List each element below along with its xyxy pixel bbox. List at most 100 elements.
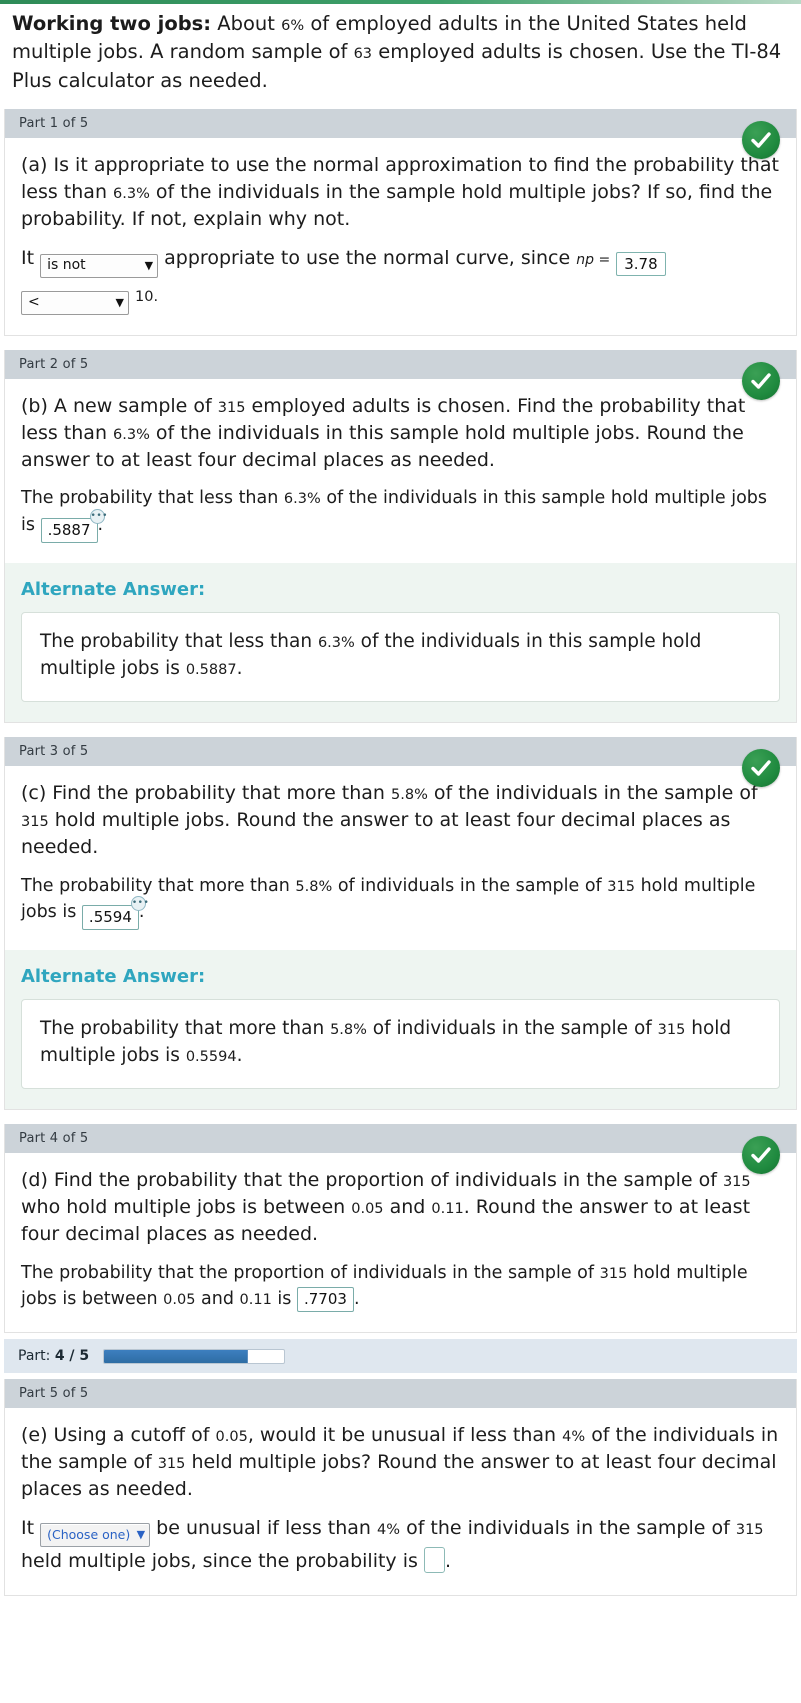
part-3-alt-mid: of individuals in the sample of bbox=[372, 1018, 652, 1040]
part-card-4: Part 4 of 5 (d) Find the probability tha… bbox=[4, 1123, 797, 1334]
part-header-4: Part 4 of 5 bbox=[5, 1123, 796, 1153]
part-4-question-lo: 0.05 bbox=[351, 1200, 384, 1217]
part-2-answer-input[interactable]: .5887 bbox=[40, 517, 98, 543]
part-3-question-suffix: hold multiple jobs. Round the answer to … bbox=[21, 808, 731, 858]
alternate-answer-title: Alternate Answer: bbox=[21, 966, 206, 988]
alternate-answer-box: The probability that less than 6.3% of t… bbox=[21, 611, 780, 702]
part-2-answer-pct: 6.3% bbox=[283, 491, 321, 508]
part-4-answer-input[interactable]: .7703 bbox=[296, 1286, 354, 1312]
check-icon bbox=[742, 748, 780, 787]
part-header-2: Part 2 of 5 bbox=[5, 349, 796, 379]
part-4-answer-and: and bbox=[201, 1288, 234, 1309]
part-3-question-prefix: (c) Find the probability that more than bbox=[21, 781, 385, 804]
part-4-question-prefix: (d) Find the probability that the propor… bbox=[21, 1168, 717, 1191]
part-2-question-prefix: (b) A new sample of bbox=[21, 394, 212, 417]
chevron-down-icon: ▼ bbox=[115, 295, 124, 309]
part-3-answer-mid: of individuals in the sample of bbox=[337, 875, 602, 896]
part-5-question-prefix: (e) Using a cutoff of bbox=[21, 1424, 210, 1447]
part-5-answer-tail: . bbox=[444, 1549, 451, 1572]
alternate-answer-title: Alternate Answer: bbox=[21, 578, 206, 600]
part-3-answer-n: 315 bbox=[607, 878, 635, 895]
progress-bar bbox=[103, 1348, 286, 1364]
part-4-answer-tail: . bbox=[353, 1288, 360, 1309]
part-5-answer-mid2: of the individuals in the sample of bbox=[406, 1516, 730, 1539]
part-2-question-value: 6.3% bbox=[113, 426, 150, 443]
problem-sample-size: 63 bbox=[353, 46, 373, 63]
progress-strip: Part: 4 / 5 bbox=[4, 1339, 797, 1374]
part-4-question-mid: who hold multiple jobs is between bbox=[21, 1195, 346, 1218]
part-5-answer-pct: 4% bbox=[377, 1521, 401, 1538]
part-3-alt-n: 315 bbox=[657, 1022, 686, 1039]
problem-statement: Working two jobs: About 6% of employed a… bbox=[0, 4, 801, 109]
part-3-question-mid: of the individuals in the sample of bbox=[433, 781, 758, 804]
problem-text-1: About bbox=[217, 12, 275, 35]
part-3-alt-tail: . bbox=[236, 1044, 243, 1066]
part-4-answer-n: 315 bbox=[599, 1265, 628, 1282]
part-header-3: Part 3 of 5 bbox=[5, 736, 796, 766]
progress-bar-fill bbox=[104, 1349, 249, 1363]
part-card-2: Part 2 of 5 (b) A new sample of 315 empl… bbox=[4, 349, 797, 723]
part-body-1: (a) Is it appropriate to use the normal … bbox=[5, 137, 796, 335]
is-not-select[interactable]: is not ▼ bbox=[40, 253, 159, 278]
is-not-select-value: is not bbox=[47, 256, 86, 273]
part-3-question: (c) Find the probability that more than … bbox=[21, 780, 780, 861]
more-options-icon[interactable]: ••• bbox=[89, 508, 107, 524]
np-symbol: np = bbox=[576, 251, 611, 268]
problem-percent: 6% bbox=[281, 18, 305, 34]
part-4-answer-lo: 0.05 bbox=[163, 1291, 196, 1308]
part-4-question-n: 315 bbox=[722, 1173, 751, 1190]
part-1-question-value: 6.3% bbox=[113, 185, 150, 202]
part-2-question: (b) A new sample of 315 employed adults … bbox=[21, 393, 780, 474]
comparison-select-value: < bbox=[28, 293, 40, 310]
part-2-answer-prefix: The probability that less than bbox=[21, 488, 279, 509]
check-icon bbox=[742, 1135, 780, 1174]
part-header-5: Part 5 of 5 bbox=[5, 1379, 796, 1409]
part-4-question-hi: 0.11 bbox=[431, 1200, 464, 1217]
part-3-answer-prefix: The probability that more than bbox=[21, 875, 290, 896]
part-1-answer-line: It is not ▼ appropriate to use the norma… bbox=[21, 245, 780, 278]
part-2-alt-tail: . bbox=[236, 657, 243, 679]
part-5-question-mid: , would it be unusual if less than bbox=[247, 1424, 557, 1447]
part-3-alt-prefix: The probability that more than bbox=[40, 1018, 325, 1040]
part-3-answer-input[interactable]: .5594 bbox=[81, 904, 139, 930]
part-header-1: Part 1 of 5 bbox=[5, 108, 796, 138]
part-4-answer-is: is bbox=[277, 1288, 292, 1309]
part-5-answer-input[interactable] bbox=[423, 1546, 445, 1573]
part-1-question: (a) Is it appropriate to use the normal … bbox=[21, 152, 780, 233]
part-5-answer-mid3: held multiple jobs, since the probabilit… bbox=[21, 1549, 418, 1572]
part-5-question-pct: 4% bbox=[562, 1429, 586, 1446]
part-1-answer-line-2: < ▼ 10. bbox=[21, 282, 780, 315]
problem-title: Working two jobs: bbox=[12, 12, 212, 35]
part-card-5: Part 5 of 5 (e) Using a cutoff of 0.05, … bbox=[4, 1379, 797, 1596]
part-2-answer-line: The probability that less than 6.3% of t… bbox=[21, 485, 780, 543]
part-card-1: Part 1 of 5 (a) Is it appropriate to use… bbox=[4, 108, 797, 336]
progress-label-prefix: Part: bbox=[18, 1348, 51, 1365]
part-body-2: (b) A new sample of 315 employed adults … bbox=[5, 378, 796, 563]
part-body-5: (e) Using a cutoff of 0.05, would it be … bbox=[5, 1408, 796, 1595]
part-2-answer-field-wrap: .5887 ••• bbox=[40, 508, 107, 543]
more-options-icon[interactable]: ••• bbox=[130, 895, 149, 911]
part-4-answer-hi: 0.11 bbox=[239, 1291, 272, 1308]
np-value-input[interactable]: 3.78 bbox=[616, 251, 666, 276]
comparison-select[interactable]: < ▼ bbox=[21, 290, 129, 315]
progress-current: 4 / 5 bbox=[54, 1348, 90, 1365]
part-body-3: (c) Find the probability that more than … bbox=[5, 765, 796, 951]
part-5-question-cutoff: 0.05 bbox=[215, 1429, 248, 1446]
chevron-down-icon: ▼ bbox=[144, 258, 154, 272]
part-3-question-n: 315 bbox=[21, 813, 49, 830]
alternate-answer-box: The probability that more than 5.8% of i… bbox=[21, 999, 780, 1089]
part-3-alternate-answer: Alternate Answer: The probability that m… bbox=[5, 950, 796, 1109]
part-5-question-n: 315 bbox=[157, 1456, 186, 1473]
choose-one-select[interactable]: (Choose one) ▼ bbox=[40, 1522, 151, 1547]
part-4-question-and: and bbox=[389, 1195, 426, 1218]
part-5-answer-lead: It bbox=[21, 1516, 35, 1539]
part-5-answer-n: 315 bbox=[735, 1521, 764, 1538]
progress-label: Part: 4 / 5 bbox=[18, 1348, 89, 1364]
part-3-answer-pct: 5.8% bbox=[295, 878, 333, 895]
part-5-answer-line: It (Choose one) ▼ be unusual if less tha… bbox=[21, 1515, 780, 1575]
part-2-alt-pct: 6.3% bbox=[317, 634, 355, 651]
part-3-answer-line: The probability that more than 5.8% of i… bbox=[21, 873, 780, 931]
check-icon bbox=[742, 120, 780, 159]
